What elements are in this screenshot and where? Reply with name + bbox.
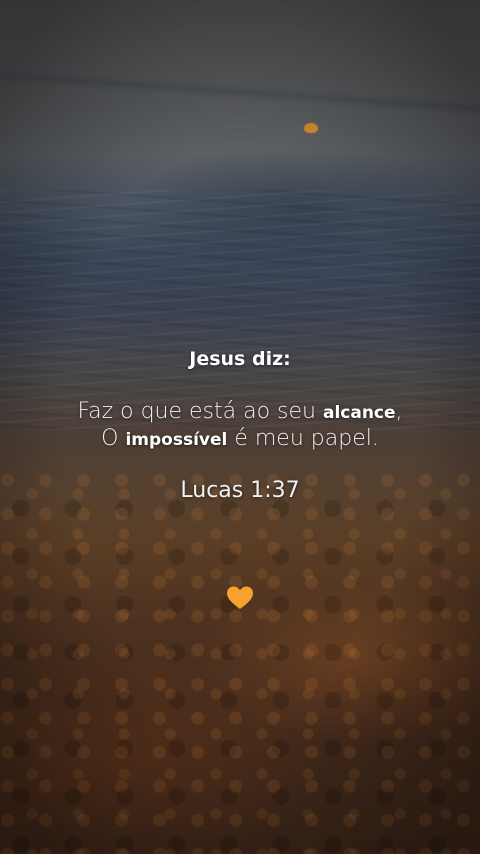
verse-line-2: O impossível é meu papel. — [0, 426, 480, 451]
verse-line-2-start: O — [101, 426, 126, 451]
verse-reference: Lucas 1:37 — [180, 478, 300, 503]
verse-line-1: Faz o que está ao seu alcance, — [0, 399, 480, 424]
verse-line-2-bold: impossível — [125, 430, 228, 450]
orange-heart-icon — [227, 586, 253, 609]
verse-line-1-start: Faz o que está ao seu — [77, 399, 323, 424]
caption-heading: Jesus diz: — [189, 348, 291, 370]
caption-overlay: Jesus diz: Faz o que está ao seu alcance… — [0, 0, 480, 854]
verse-line-1-bold: alcance — [322, 403, 396, 423]
verse-line-1-end: , — [395, 399, 403, 424]
verse-line-2-end: é meu papel. — [227, 426, 379, 451]
